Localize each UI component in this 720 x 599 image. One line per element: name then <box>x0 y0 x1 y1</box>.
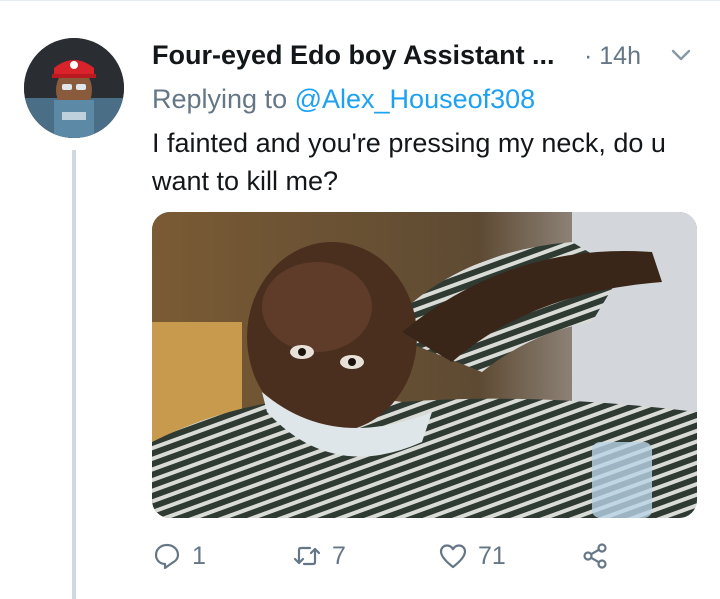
tweet-header: Four-eyed Edo boy Assistant ... · 14h <box>152 40 702 80</box>
top-divider <box>0 0 720 1</box>
tweet-text: I fainted and you're pressing my neck, d… <box>152 128 666 196</box>
avatar-image <box>24 38 124 138</box>
tweet-media-image[interactable] <box>152 212 697 518</box>
reply-icon <box>154 543 180 570</box>
like-button[interactable]: 71 <box>438 536 506 576</box>
retweet-icon <box>293 546 321 566</box>
author-name[interactable]: Four-eyed Edo boy Assistant ... <box>152 40 555 71</box>
share-button[interactable] <box>580 536 610 576</box>
share-icon <box>583 543 607 569</box>
chevron-down-icon[interactable] <box>670 46 692 64</box>
retweet-button[interactable]: 7 <box>292 536 346 576</box>
heart-icon <box>439 544 467 569</box>
thread-connector-line <box>72 150 76 599</box>
replying-prefix: Replying to <box>152 84 288 114</box>
replying-handle-link[interactable]: @Alex_Houseof308 <box>295 84 536 114</box>
reply-count: 1 <box>192 541 206 570</box>
reply-button[interactable]: 1 <box>152 536 206 576</box>
retweet-count: 7 <box>332 541 346 570</box>
like-count: 71 <box>478 541 506 570</box>
replying-to: Replying to @Alex_Houseof308 <box>152 84 535 115</box>
tweet-timestamp[interactable]: · 14h <box>584 42 641 71</box>
media-photo <box>152 212 697 518</box>
avatar[interactable] <box>24 38 124 138</box>
tweet-actions: 1 7 71 <box>152 536 712 576</box>
